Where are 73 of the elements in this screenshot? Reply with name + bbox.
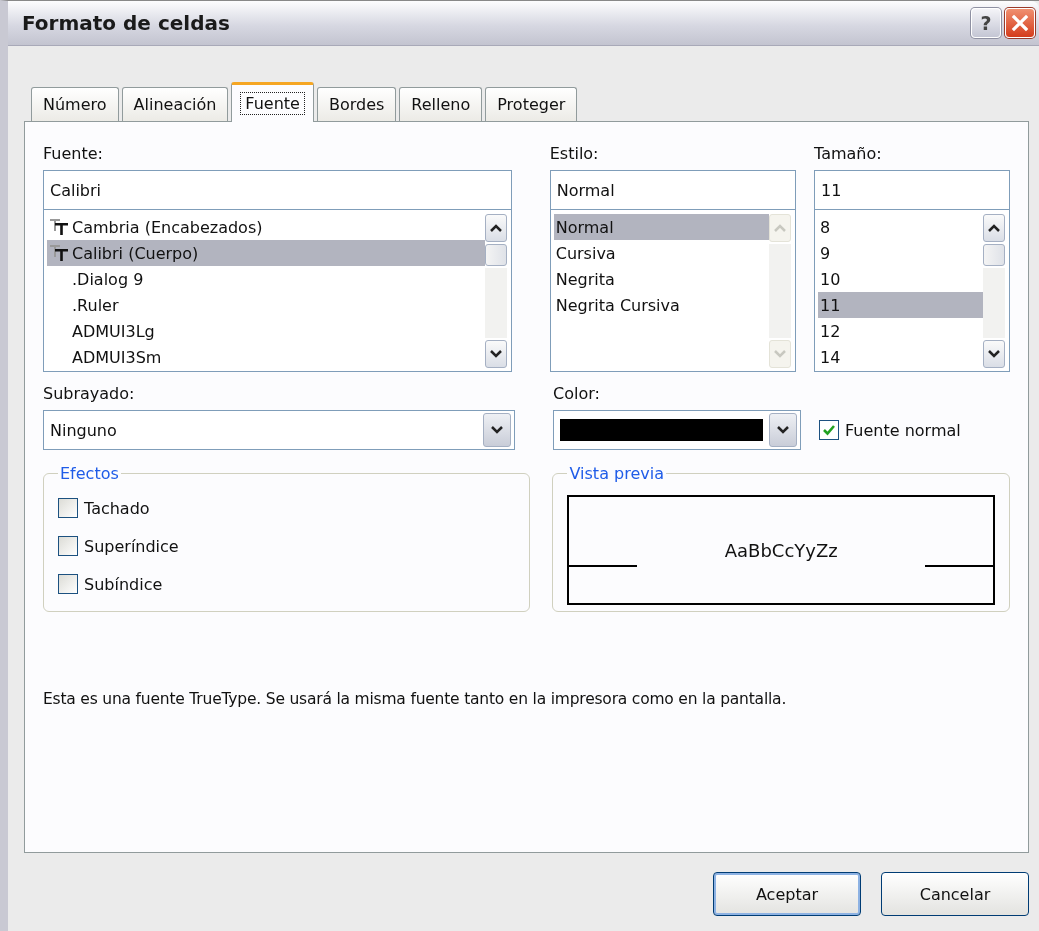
tab[interactable]: Bordes xyxy=(316,87,397,121)
list-item[interactable]: Negrita Cursiva xyxy=(553,292,769,318)
list-item[interactable]: 11 xyxy=(818,292,983,318)
list-item[interactable]: Negrita xyxy=(553,266,769,292)
chevron-down-icon xyxy=(487,348,504,360)
list-box[interactable]: 8 9 10 11 12 14 xyxy=(814,210,1010,372)
scroll-track[interactable] xyxy=(983,268,1005,338)
checkbox[interactable] xyxy=(58,536,78,556)
list-item[interactable]: .Dialog 9 xyxy=(47,266,485,292)
chevron-down-icon xyxy=(986,348,1002,360)
scroll-up-button[interactable] xyxy=(983,214,1005,242)
checkmark-icon xyxy=(822,423,836,437)
list-item[interactable]: ADMUI3Sm xyxy=(47,344,485,370)
text-field[interactable]: Normal xyxy=(549,170,796,210)
group-title: Efectos xyxy=(59,464,120,483)
list-item[interactable]: Normal xyxy=(553,214,769,240)
info-text: Esta es una fuente TrueType. Se usará la misma fuente tanto en la impresora como en la pantalla. xyxy=(43,690,788,708)
field-label: Subrayado: xyxy=(43,384,136,405)
list-item[interactable]: 12 xyxy=(818,318,983,344)
preview-sample: AaBbCcYyZz xyxy=(724,539,838,561)
list-item[interactable]: 10 xyxy=(818,266,983,292)
list-item[interactable]: 9 xyxy=(818,240,983,266)
text-field[interactable]: Calibri xyxy=(43,170,512,210)
tab[interactable]: Número xyxy=(31,87,119,121)
checkbox[interactable] xyxy=(58,498,78,518)
truetype-icon xyxy=(49,218,69,236)
dropdown-button[interactable] xyxy=(769,413,797,447)
tab[interactable]: Proteger xyxy=(485,87,578,121)
field-label: Color: xyxy=(553,384,601,405)
checkbox[interactable] xyxy=(58,574,78,594)
close-icon xyxy=(1009,12,1031,34)
window-title: Formato de celdas xyxy=(22,11,230,35)
field-label: Fuente: xyxy=(43,144,104,165)
list-item[interactable]: Cursiva xyxy=(553,240,769,266)
checkbox[interactable] xyxy=(819,420,839,440)
underline-dropdown[interactable]: Ninguno xyxy=(43,410,515,450)
cancel-button[interactable]: Cancelar xyxy=(881,872,1029,916)
text-field[interactable]: 11 xyxy=(814,170,1010,210)
scroll-down-button[interactable] xyxy=(484,340,507,368)
list-item[interactable]: ADMUI3Lg xyxy=(47,318,485,344)
list-item[interactable]: Calibri (Cuerpo) xyxy=(47,240,485,266)
chevron-down-icon xyxy=(776,425,790,435)
chevron-down-icon xyxy=(772,348,788,360)
ok-button[interactable]: Aceptar xyxy=(713,872,861,916)
list-box[interactable]: Cambria (Encabezados) Calibri (Cuerpo) .Dialog 9 .Ruler ADMUI3Lg ADMUI3Sm xyxy=(43,210,512,372)
list-item[interactable]: .Ruler xyxy=(47,292,485,318)
chevron-up-icon xyxy=(772,222,788,234)
scroll-down-button[interactable] xyxy=(983,340,1005,368)
chevron-down-icon xyxy=(490,425,504,435)
checkbox-label: Subíndice xyxy=(84,574,163,594)
list-box[interactable]: Normal Cursiva Negrita Negrita Cursiva xyxy=(549,210,796,372)
checkbox-label: Superíndice xyxy=(84,536,179,556)
field-label: Estilo: xyxy=(549,144,600,165)
scroll-thumb[interactable] xyxy=(484,244,507,266)
tab[interactable]: Alineación xyxy=(121,87,229,121)
list-item[interactable]: Cambria (Encabezados) xyxy=(47,214,485,240)
help-button[interactable]: ? xyxy=(971,8,1001,38)
checkbox-label: Fuente normal xyxy=(845,420,961,440)
tab[interactable]: Relleno xyxy=(399,87,483,121)
close-button[interactable] xyxy=(1005,8,1035,38)
chevron-up-icon xyxy=(986,222,1002,234)
truetype-icon xyxy=(49,244,69,262)
list-item[interactable]: 14 xyxy=(818,344,983,370)
tab[interactable]: Fuente xyxy=(231,82,314,122)
scroll-thumb[interactable] xyxy=(983,244,1005,266)
checkbox-label: Tachado xyxy=(84,498,150,518)
group-title: Vista previa xyxy=(568,464,665,483)
color-dropdown[interactable] xyxy=(553,410,801,450)
dropdown-button[interactable] xyxy=(483,413,511,447)
dropdown-value: Ninguno xyxy=(50,420,118,440)
list-item[interactable]: 8 xyxy=(818,214,983,240)
field-label: Tamaño: xyxy=(814,144,883,165)
scroll-up-button[interactable] xyxy=(484,214,507,242)
